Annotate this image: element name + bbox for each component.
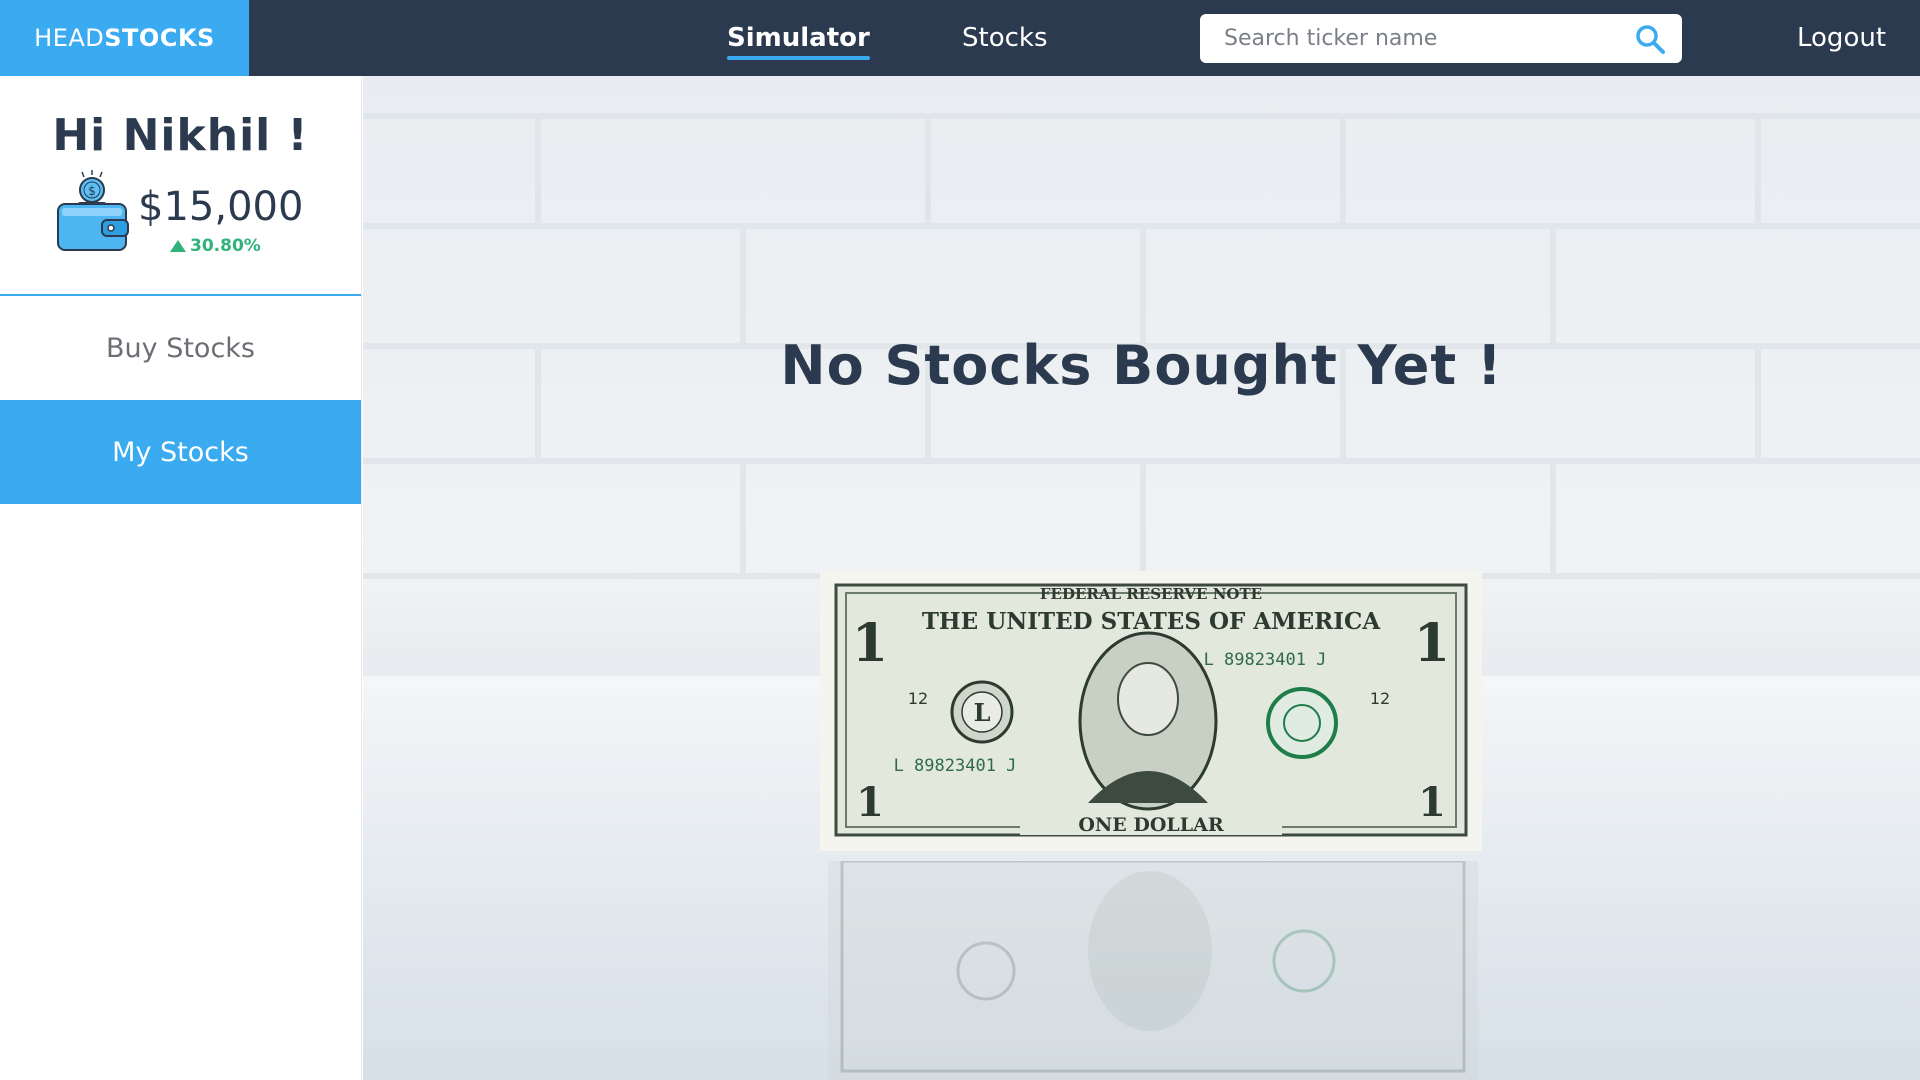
- bill-reflection-image: [828, 861, 1478, 1080]
- balance-change-value: 30.80%: [190, 236, 261, 256]
- brand-logo[interactable]: HEAD STOCKS: [0, 0, 249, 76]
- search-bar: [1200, 14, 1682, 63]
- svg-text:$: $: [88, 184, 96, 198]
- top-navbar: HEADSTOCKS Simulator Stocks Logout: [0, 0, 1920, 76]
- bill-denomination: ONE DOLLAR: [1078, 814, 1224, 836]
- main-content: No Stocks Bought Yet ! FEDERAL RESERVE N…: [363, 76, 1920, 1080]
- sidebar-item-my-stocks[interactable]: My Stocks: [0, 400, 361, 504]
- bill-numeral-bl: 1: [856, 779, 884, 826]
- sidebar-item-label: My Stocks: [112, 436, 249, 468]
- sidebar-item-buy-stocks[interactable]: Buy Stocks: [0, 296, 361, 400]
- bill-district-letter: L: [974, 698, 991, 727]
- brand-bold: STOCKS: [104, 24, 215, 52]
- bill-numeral-br: 1: [1418, 779, 1446, 826]
- bill-serial-top: L 89823401 J: [1204, 650, 1327, 670]
- nav-link-simulator[interactable]: Simulator: [727, 0, 870, 76]
- empty-state-message: No Stocks Bought Yet !: [780, 334, 1503, 397]
- logout-link[interactable]: Logout: [1797, 0, 1886, 76]
- sidebar-item-label: Buy Stocks: [106, 332, 255, 364]
- nav-link-stocks[interactable]: Stocks: [962, 0, 1048, 76]
- greeting: Hi Nikhil !: [52, 110, 309, 161]
- balance-change: 30.80%: [170, 236, 261, 256]
- bill-banner: FEDERAL RESERVE NOTE: [1040, 585, 1262, 603]
- search-input[interactable]: [1224, 26, 1632, 51]
- wallet-balance: $15,000: [138, 184, 304, 230]
- dollar-bill-image: FEDERAL RESERVE NOTE THE UNITED STATES O…: [820, 571, 1482, 851]
- bill-district-number-l: 12: [908, 689, 928, 708]
- wallet-icon: $: [57, 170, 129, 251]
- sidebar: Hi Nikhil ! $ $15,000 30.80% Buy Stocks: [0, 76, 362, 1080]
- brand-light: HEAD: [34, 24, 105, 52]
- bill-serial-bottom: L 89823401 J: [894, 756, 1017, 776]
- search-icon[interactable]: [1632, 21, 1668, 57]
- profile-card: Hi Nikhil ! $ $15,000 30.80%: [0, 76, 361, 296]
- bill-numeral-tr: 1: [1414, 613, 1450, 674]
- arrow-up-icon: [170, 240, 186, 252]
- bill-district-number-r: 12: [1370, 689, 1390, 708]
- bill-country: THE UNITED STATES OF AMERICA: [922, 608, 1382, 635]
- bill-numeral-tl: 1: [852, 613, 888, 674]
